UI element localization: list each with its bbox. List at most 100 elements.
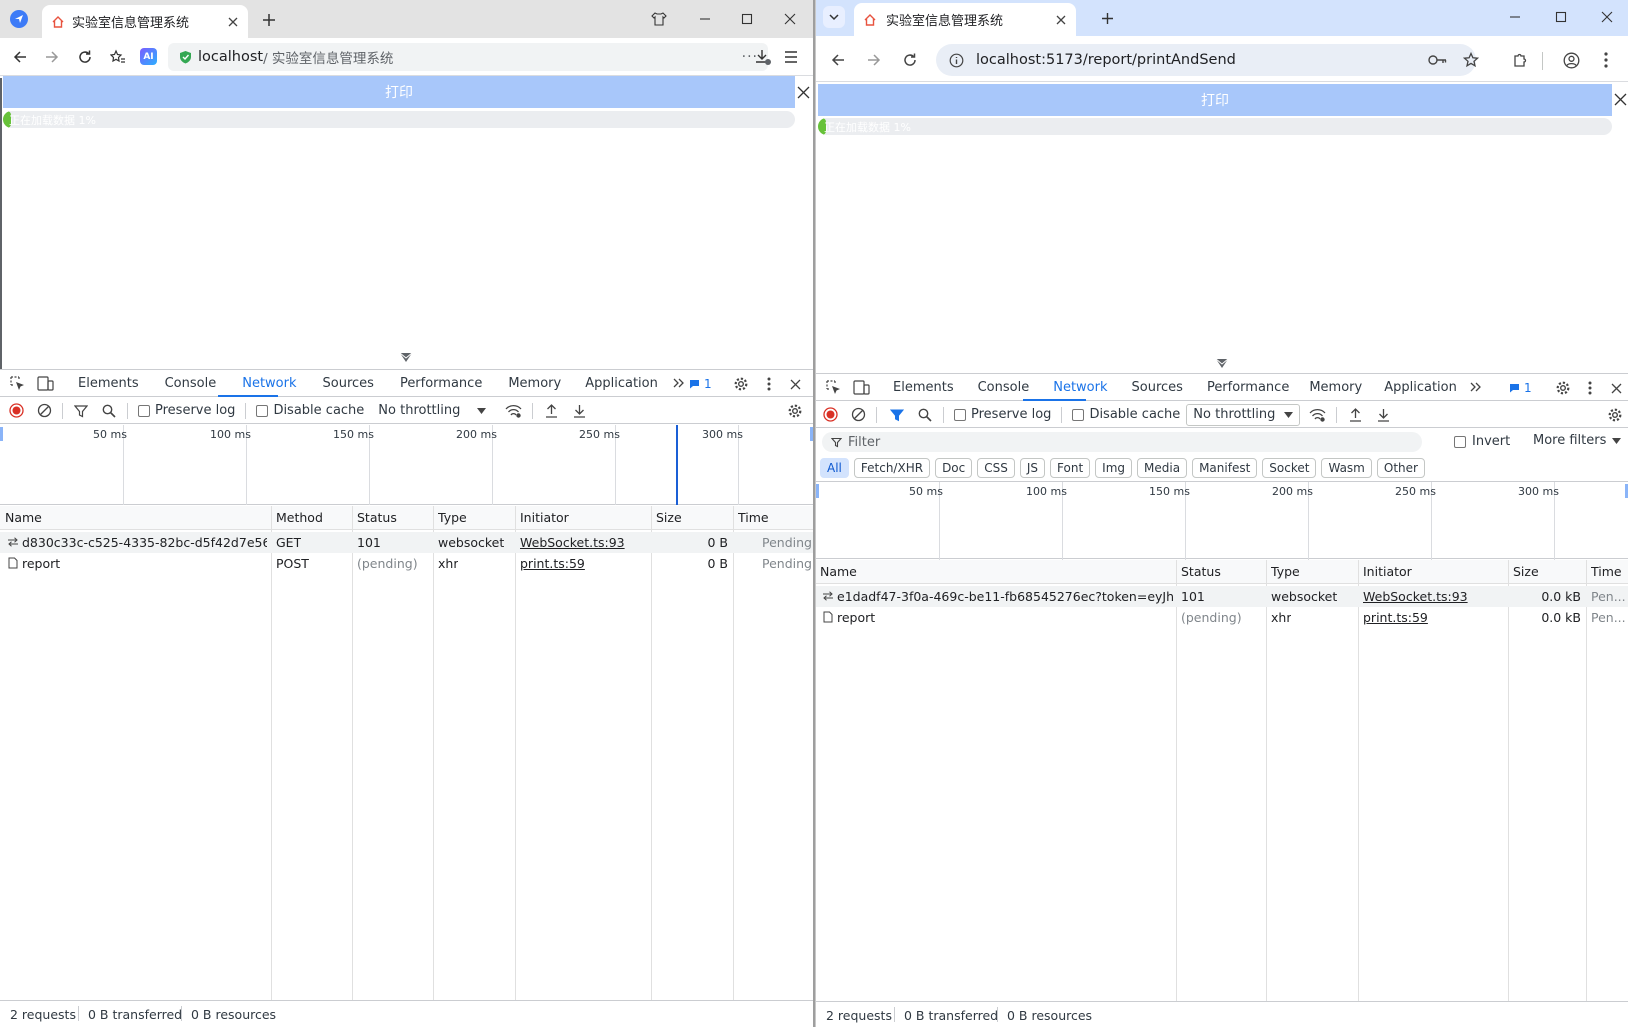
- device-toolbar-icon[interactable]: [852, 378, 870, 396]
- devtools-tab-application[interactable]: Application: [1384, 380, 1457, 395]
- devtools-tab-network[interactable]: Network: [1053, 380, 1107, 395]
- downloads-icon[interactable]: [752, 46, 774, 68]
- address-bar[interactable]: localhost / 实验室信息管理系统 ···: [168, 43, 768, 71]
- inspect-element-icon[interactable]: [8, 374, 26, 392]
- type-filter-fetch-xhr[interactable]: Fetch/XHR: [853, 458, 931, 478]
- forward-icon[interactable]: [864, 50, 884, 70]
- column-header-name[interactable]: Name: [820, 564, 857, 579]
- device-toolbar-icon[interactable]: [36, 374, 54, 392]
- devtools-tab-elements[interactable]: Elements: [78, 376, 139, 391]
- throttling-select[interactable]: No throttling: [378, 403, 487, 418]
- favorites-star-icon[interactable]: [108, 47, 128, 67]
- timeline-overview[interactable]: 50 ms 100 ms 150 ms 200 ms 250 ms 300 ms: [0, 425, 814, 505]
- timeline-left-handle[interactable]: [816, 484, 819, 498]
- close-window-icon[interactable]: [781, 10, 799, 28]
- column-header-size[interactable]: Size: [656, 510, 682, 525]
- site-info-icon[interactable]: [948, 52, 964, 68]
- new-tab-icon[interactable]: [1098, 9, 1116, 27]
- type-filter-js[interactable]: JS: [1019, 458, 1046, 478]
- request-initiator-link[interactable]: print.ts:59: [1363, 610, 1428, 625]
- timeline-left-handle[interactable]: [0, 427, 3, 441]
- filter-icon[interactable]: [73, 403, 89, 419]
- print-button[interactable]: 打印: [3, 76, 795, 108]
- bookmark-star-icon[interactable]: [1461, 50, 1481, 70]
- export-har-icon[interactable]: [1375, 407, 1391, 423]
- scroll-down-chevron-icon[interactable]: [1213, 357, 1231, 371]
- column-header-initiator[interactable]: Initiator: [1363, 564, 1412, 579]
- issues-badge[interactable]: 1: [688, 375, 712, 393]
- network-conditions-wifi-icon[interactable]: [504, 403, 522, 419]
- type-filter-manifest[interactable]: Manifest: [1192, 458, 1258, 478]
- disable-cache-checkbox[interactable]: [1072, 408, 1085, 421]
- column-header-method[interactable]: Method: [276, 510, 323, 525]
- column-header-time[interactable]: Time: [1591, 564, 1622, 579]
- request-initiator-link[interactable]: print.ts:59: [520, 556, 585, 571]
- devtools-tab-console[interactable]: Console: [165, 376, 217, 391]
- profile-avatar-icon[interactable]: [1561, 50, 1581, 70]
- preserve-log-checkbox[interactable]: [954, 408, 966, 421]
- extensions-icon[interactable]: [1510, 50, 1530, 70]
- devtools-settings-icon[interactable]: [732, 375, 750, 393]
- devtools-more-icon[interactable]: [760, 375, 778, 393]
- column-header-status[interactable]: Status: [357, 510, 397, 525]
- throttling-select[interactable]: No throttling: [1186, 403, 1301, 426]
- network-conditions-wifi-icon[interactable]: [1308, 407, 1326, 423]
- close-print-icon[interactable]: [1612, 91, 1628, 107]
- export-har-icon[interactable]: [571, 403, 587, 419]
- devtools-tab-performance[interactable]: Performance: [1207, 380, 1289, 395]
- devtools-tab-sources[interactable]: Sources: [1132, 380, 1183, 395]
- maximize-icon[interactable]: [738, 10, 756, 28]
- preserve-log-checkbox[interactable]: [138, 404, 150, 417]
- clear-icon[interactable]: [36, 403, 52, 419]
- column-header-type[interactable]: Type: [438, 510, 467, 525]
- record-stop-icon[interactable]: [8, 403, 24, 419]
- type-filter-all[interactable]: All: [820, 458, 849, 478]
- menu-icon[interactable]: [782, 48, 800, 66]
- minimize-icon[interactable]: [1506, 8, 1524, 26]
- clear-icon[interactable]: [850, 407, 866, 423]
- more-tabs-chevron-icon[interactable]: [672, 378, 686, 388]
- type-filter-font[interactable]: Font: [1050, 458, 1091, 478]
- more-filters-dropdown[interactable]: More filters: [1533, 433, 1622, 448]
- issues-badge[interactable]: 1: [1508, 379, 1532, 397]
- type-filter-wasm[interactable]: Wasm: [1321, 458, 1372, 478]
- filter-input[interactable]: Filter: [822, 432, 1422, 452]
- devtools-settings-icon[interactable]: [1554, 379, 1572, 397]
- type-filter-img[interactable]: Img: [1095, 458, 1133, 478]
- devtools-tab-application[interactable]: Application: [585, 376, 658, 391]
- search-icon[interactable]: [917, 407, 933, 423]
- devtools-tab-performance[interactable]: Performance: [400, 376, 482, 391]
- type-filter-media[interactable]: Media: [1137, 458, 1188, 478]
- close-tab-icon[interactable]: [226, 15, 240, 29]
- network-settings-icon[interactable]: [786, 402, 804, 420]
- record-stop-icon[interactable]: [822, 407, 838, 423]
- column-header-time[interactable]: Time: [738, 510, 769, 525]
- tab-search-chevron-icon[interactable]: [823, 6, 845, 28]
- ai-assistant-icon[interactable]: AI: [140, 48, 157, 65]
- devtools-tab-elements[interactable]: Elements: [893, 380, 954, 395]
- forward-icon[interactable]: [42, 47, 62, 67]
- browser-logo-icon[interactable]: [10, 10, 28, 28]
- password-key-icon[interactable]: [1428, 50, 1448, 70]
- type-filter-css[interactable]: CSS: [977, 458, 1015, 478]
- chrome-menu-icon[interactable]: [1596, 50, 1616, 70]
- timeline-overview[interactable]: 50 ms 100 ms 150 ms 200 ms 250 ms 300 ms: [816, 481, 1628, 560]
- devtools-close-icon[interactable]: [1607, 379, 1625, 397]
- filter-icon[interactable]: [889, 407, 905, 423]
- request-initiator-link[interactable]: WebSocket.ts:93: [1363, 589, 1468, 604]
- import-har-icon[interactable]: [1347, 407, 1363, 423]
- disable-cache-checkbox[interactable]: [256, 404, 269, 417]
- devtools-close-icon[interactable]: [786, 375, 804, 393]
- tab-active[interactable]: 实验室信息管理系统: [42, 5, 248, 38]
- devtools-tab-memory[interactable]: Memory: [508, 376, 561, 391]
- type-filter-socket[interactable]: Socket: [1262, 458, 1317, 478]
- address-bar[interactable]: localhost:5173/report/printAndSend: [936, 44, 1476, 76]
- devtools-tab-network[interactable]: Network: [242, 376, 296, 391]
- column-header-initiator[interactable]: Initiator: [520, 510, 569, 525]
- print-button[interactable]: 打印: [818, 84, 1612, 116]
- scroll-down-chevron-icon[interactable]: [397, 351, 415, 365]
- tab-active[interactable]: 实验室信息管理系统: [854, 3, 1076, 36]
- more-tabs-chevron-icon[interactable]: [1469, 382, 1483, 392]
- devtools-tab-sources[interactable]: Sources: [323, 376, 374, 391]
- devtools-tab-console[interactable]: Console: [978, 380, 1030, 395]
